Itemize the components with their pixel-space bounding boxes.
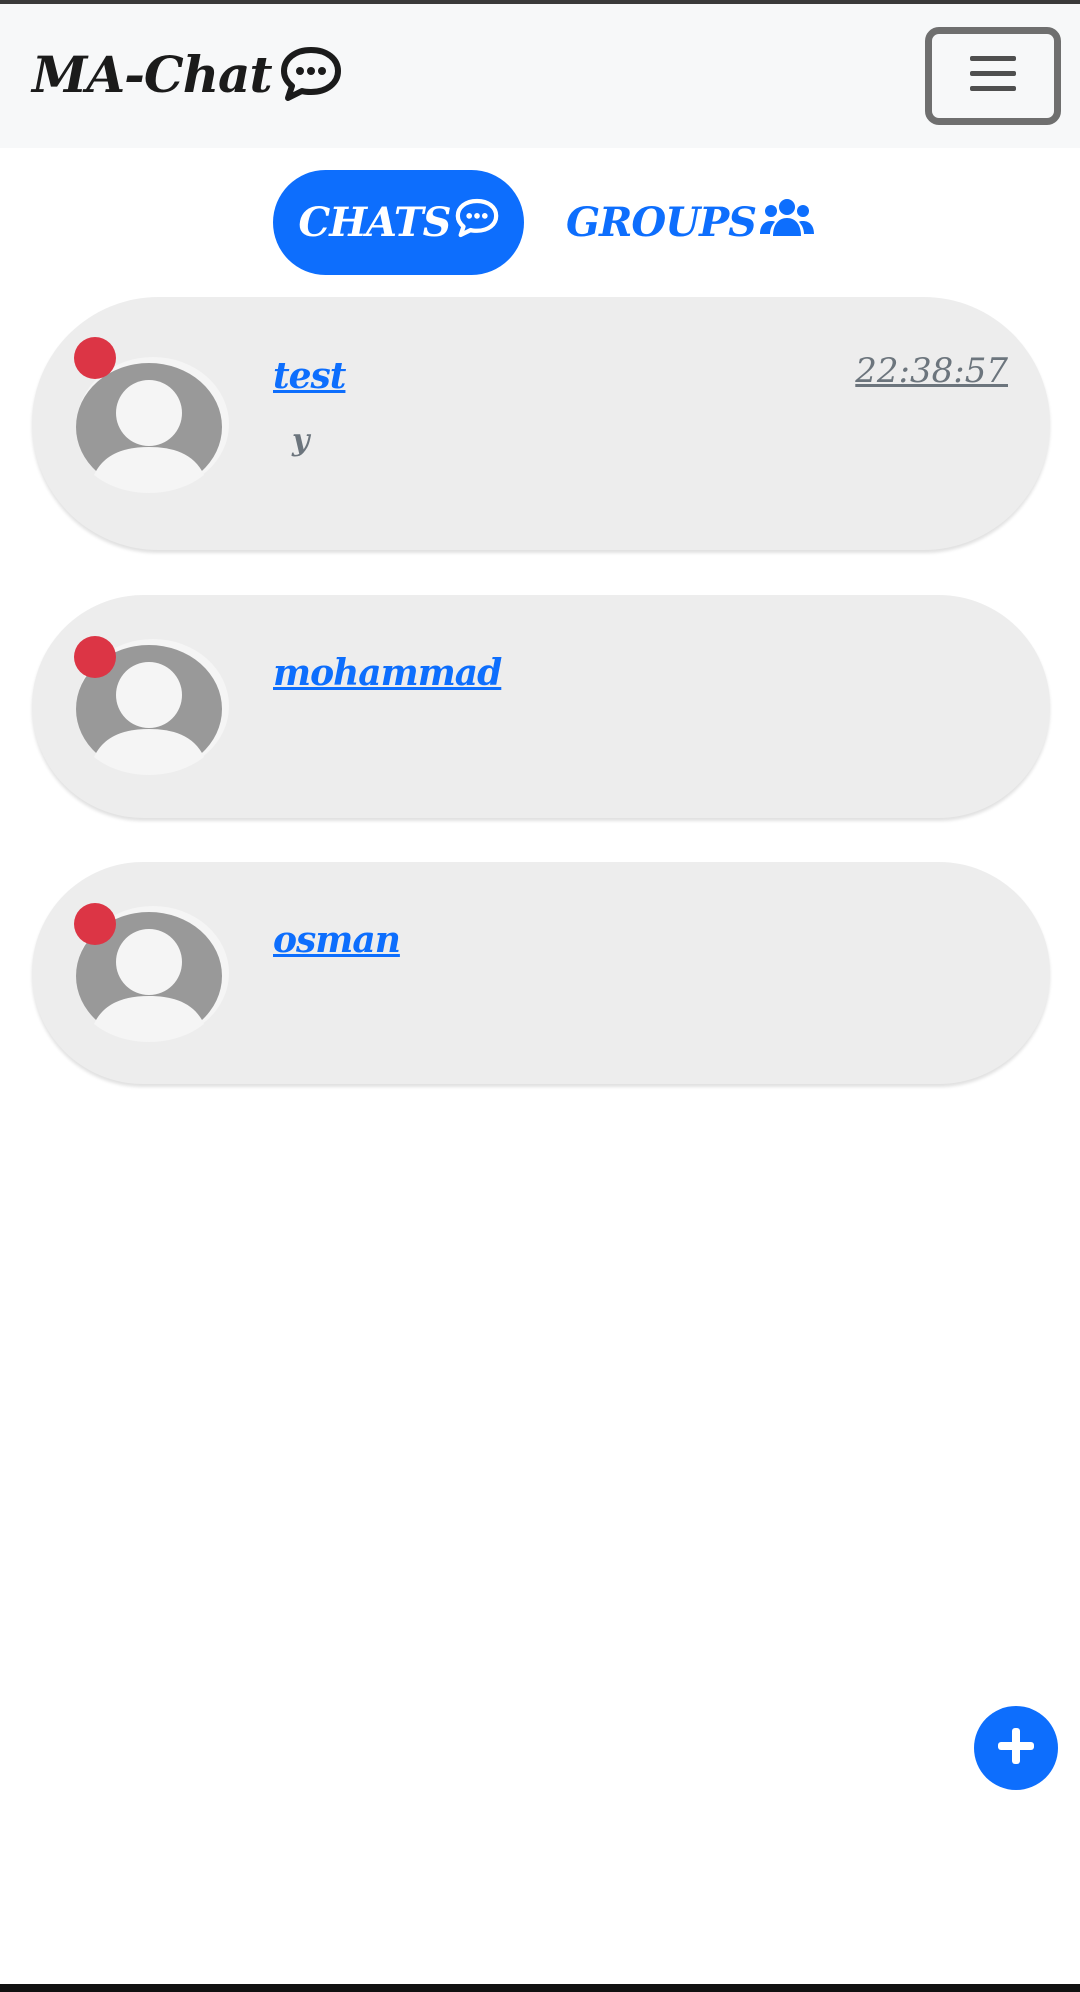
chat-item[interactable]: osman xyxy=(32,862,1050,1084)
contact-name[interactable]: test xyxy=(273,355,346,397)
status-dot-offline xyxy=(74,337,116,379)
status-dot-offline xyxy=(74,903,116,945)
chat-item[interactable]: mohammad xyxy=(32,595,1050,818)
bottom-edge xyxy=(0,1984,1080,1992)
tab-chats[interactable]: CHATS xyxy=(273,170,524,275)
brand-title: MA-Chat xyxy=(32,44,273,104)
users-icon xyxy=(760,196,815,250)
status-dot-offline xyxy=(74,636,116,678)
plus-icon xyxy=(996,1726,1036,1770)
chat-bubble-icon xyxy=(280,46,342,102)
hamburger-icon xyxy=(968,54,1018,98)
chat-item[interactable]: test y 22:38:57 xyxy=(32,297,1050,550)
new-chat-button[interactable] xyxy=(974,1706,1058,1790)
contact-name[interactable]: osman xyxy=(273,919,401,961)
chat-list-page: MA-Chat CHATS GROUPS test y 22:38:57 moh… xyxy=(0,0,1080,1992)
menu-toggle-button[interactable] xyxy=(925,27,1061,125)
tab-bar: CHATS GROUPS xyxy=(0,170,1080,275)
message-time: 22:38:57 xyxy=(855,351,1008,391)
tab-chats-label: CHATS xyxy=(298,199,451,246)
chat-bubble-icon xyxy=(455,198,499,248)
last-message: y xyxy=(292,423,310,458)
contact-name[interactable]: mohammad xyxy=(273,652,502,694)
brand-logo[interactable]: MA-Chat xyxy=(32,42,342,106)
top-navbar: MA-Chat xyxy=(0,4,1080,148)
tab-groups-label: GROUPS xyxy=(565,199,757,246)
tab-groups[interactable]: GROUPS xyxy=(566,170,815,275)
